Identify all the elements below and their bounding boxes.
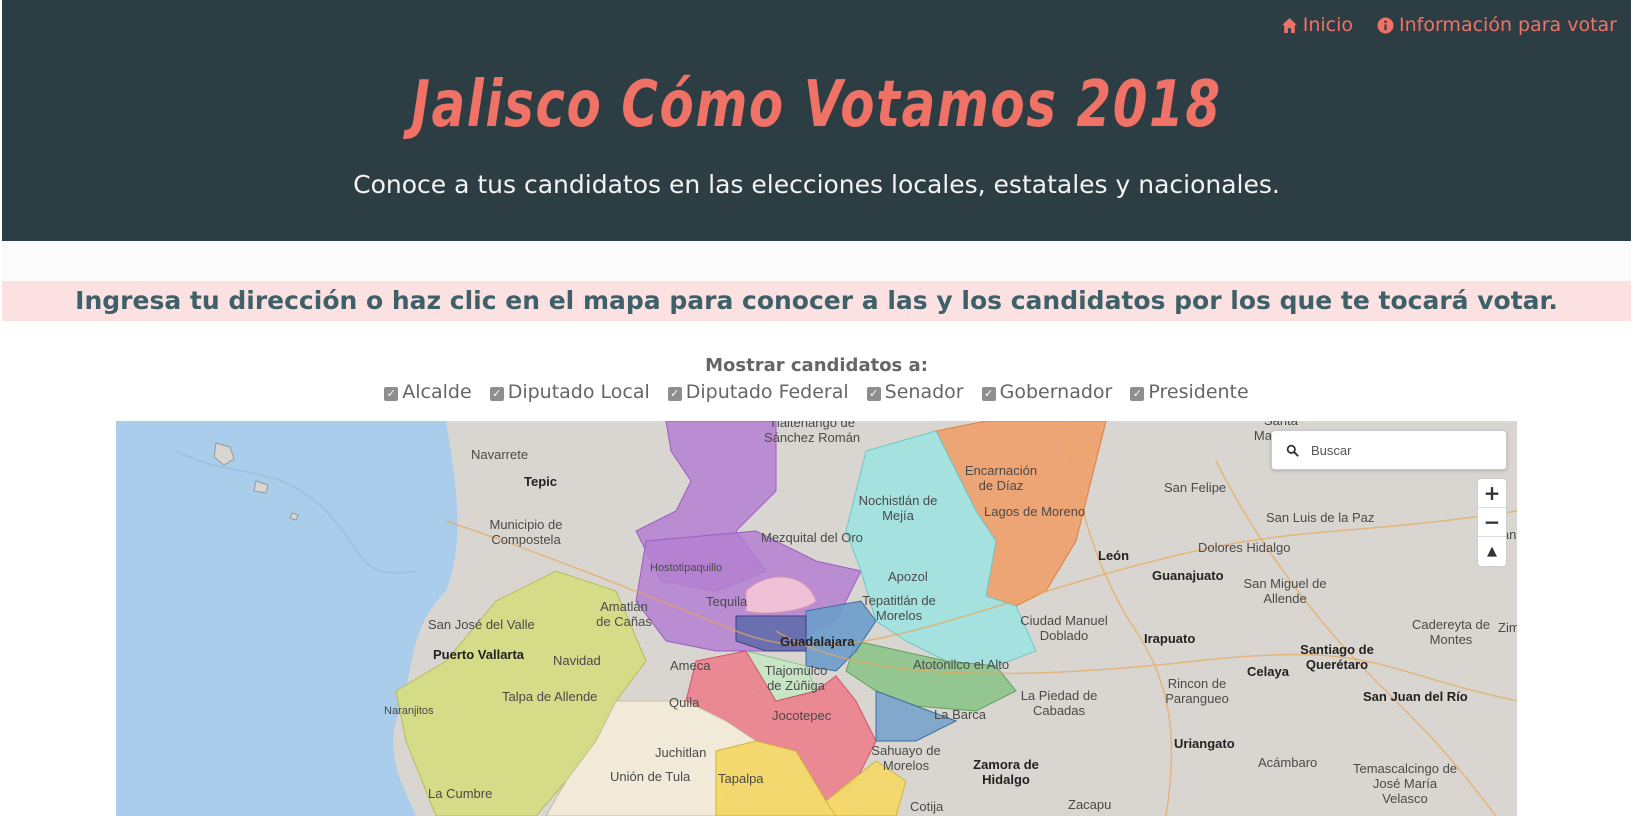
map-label: Mezquital del Oro	[761, 530, 863, 545]
map-label: Temascalcingo de José María Velasco	[1352, 761, 1458, 806]
checkbox-icon[interactable]: ✓	[981, 386, 996, 401]
filter-presidente[interactable]: ✓ Presidente	[1130, 381, 1249, 403]
map-label: Cotija	[910, 799, 944, 814]
nav-info-label: Información para votar	[1399, 14, 1617, 36]
site-subtitle: Conoce a tus candidatos en las eleccione…	[353, 170, 1280, 199]
nav-info-link[interactable]: Información para votar	[1377, 14, 1617, 36]
map-label: Hostotipaquillo	[650, 562, 723, 574]
checkbox-icon[interactable]: ✓	[489, 386, 504, 401]
map-label: Ameca	[670, 658, 711, 673]
map-label: Tepic	[524, 474, 557, 489]
map-label: Municipio de Compostela	[489, 517, 563, 547]
ocean-area	[116, 421, 458, 816]
instruction-banner: Ingresa tu dirección o haz clic en el ma…	[2, 281, 1631, 321]
info-icon	[1377, 17, 1394, 33]
map-label: Guanajuato	[1152, 568, 1224, 583]
map-label: La Barca	[934, 707, 987, 722]
map-label: Naranjitos	[384, 705, 434, 717]
site-header: Inicio Información para votar Jalisco Có…	[2, 0, 1631, 241]
map-label: Zim	[1498, 620, 1517, 635]
map-label: San Miguel de Allende	[1243, 576, 1327, 606]
checkbox-icon[interactable]: ✓	[866, 386, 881, 401]
map-label: Tlajomulco de Zúñiga	[764, 663, 828, 693]
candidate-filters: ✓ Alcalde ✓ Diputado Local ✓ Diputado Feder…	[0, 381, 1633, 403]
map-label: Acámbaro	[1258, 755, 1318, 770]
filter-diputado-federal[interactable]: ✓ Diputado Federal	[667, 381, 849, 403]
map-label: Dolores Hidalgo	[1198, 540, 1291, 555]
compass-button[interactable]: ▲	[1478, 537, 1506, 566]
map-label: Encarnación de Díaz	[964, 463, 1038, 493]
map-search[interactable]	[1271, 430, 1507, 470]
map-label: Atotonilco el Alto	[913, 657, 1010, 672]
map-label: Tlaltenango de Sánchez Román	[763, 421, 861, 445]
map-label: Irapuato	[1144, 631, 1196, 646]
map-label: Guadalajara	[780, 634, 855, 649]
filter-label: Presidente	[1148, 381, 1249, 403]
checkbox-icon[interactable]: ✓	[667, 386, 682, 401]
zoom-control: + − ▲	[1477, 478, 1507, 567]
map-label: Navarrete	[471, 447, 529, 462]
filter-diputado-local[interactable]: ✓ Diputado Local	[489, 381, 650, 403]
spacer	[2, 241, 1631, 281]
map-label: Amatlán de Cañas	[596, 599, 652, 629]
map-label: Talpa de Allende	[502, 689, 598, 704]
map-label: Unión de Tula	[610, 769, 691, 784]
map-label: Jocotepec	[772, 708, 832, 723]
map-label: La Cumbre	[428, 786, 493, 801]
map-label: La Piedad de Cabadas	[1020, 688, 1098, 718]
filters-label: Mostrar candidatos a:	[705, 355, 928, 376]
search-input[interactable]	[1311, 442, 1481, 458]
district-map[interactable]: Navarrete Tepic Municipio de Compostela …	[116, 421, 1517, 816]
map-label: Santiago de Querétaro	[1300, 642, 1374, 672]
checkbox-icon[interactable]: ✓	[384, 386, 399, 401]
filter-senador[interactable]: ✓ Senador	[866, 381, 964, 403]
filter-label: Senador	[884, 381, 964, 403]
filter-label: Diputado Federal	[685, 381, 849, 403]
map-label: Rincon de Parangueo	[1165, 676, 1229, 706]
map-label: Quila	[669, 695, 700, 710]
checkbox-icon[interactable]: ✓	[1130, 386, 1145, 401]
zoom-in-button[interactable]: +	[1478, 479, 1506, 508]
home-icon	[1281, 17, 1297, 33]
map-label: Tepatitlán de Morelos	[862, 593, 936, 623]
search-icon	[1286, 444, 1299, 457]
map-label: San Felipe	[1164, 480, 1227, 495]
filter-gobernador[interactable]: ✓ Gobernador	[981, 381, 1113, 403]
filter-label: Alcalde	[402, 381, 472, 403]
map-label: Zamora de Hidalgo	[973, 757, 1039, 787]
map-label: Puerto Vallarta	[433, 647, 525, 662]
map-label: Juchitlan	[655, 745, 707, 760]
filter-label: Gobernador	[999, 381, 1113, 403]
map-label: Tequila	[706, 594, 748, 609]
map-label: Cadereyta de Montes	[1411, 617, 1491, 647]
filter-alcalde[interactable]: ✓ Alcalde	[384, 381, 472, 403]
map-label: Lagos de Moreno	[984, 504, 1086, 519]
map-label: San Juan del Río	[1363, 689, 1468, 704]
top-nav: Inicio Información para votar	[1281, 14, 1617, 36]
site-title: Jalisco Cómo Votamos 2018	[411, 68, 1222, 142]
map-label: Uriangato	[1174, 736, 1235, 751]
nav-home-label: Inicio	[1302, 14, 1353, 36]
map-label: Navidad	[553, 653, 601, 668]
map-label: Sahuayo de Morelos	[871, 743, 941, 773]
nav-home-link[interactable]: Inicio	[1281, 14, 1353, 36]
zoom-out-button[interactable]: −	[1478, 508, 1506, 537]
map-label: Tapalpa	[718, 771, 764, 786]
map-label: León	[1098, 548, 1130, 563]
map-label: San José del Valle	[428, 617, 535, 632]
map-label: Celaya	[1247, 664, 1289, 679]
map-label: San Luis de la Paz	[1266, 510, 1375, 525]
map-label: Apozol	[888, 569, 928, 584]
map-label: Nochistlán de Mejía	[858, 493, 938, 523]
filter-label: Diputado Local	[507, 381, 650, 403]
map-label: Ciudad Manuel Doblado	[1020, 613, 1108, 643]
map-label: Zacapu	[1068, 797, 1112, 812]
